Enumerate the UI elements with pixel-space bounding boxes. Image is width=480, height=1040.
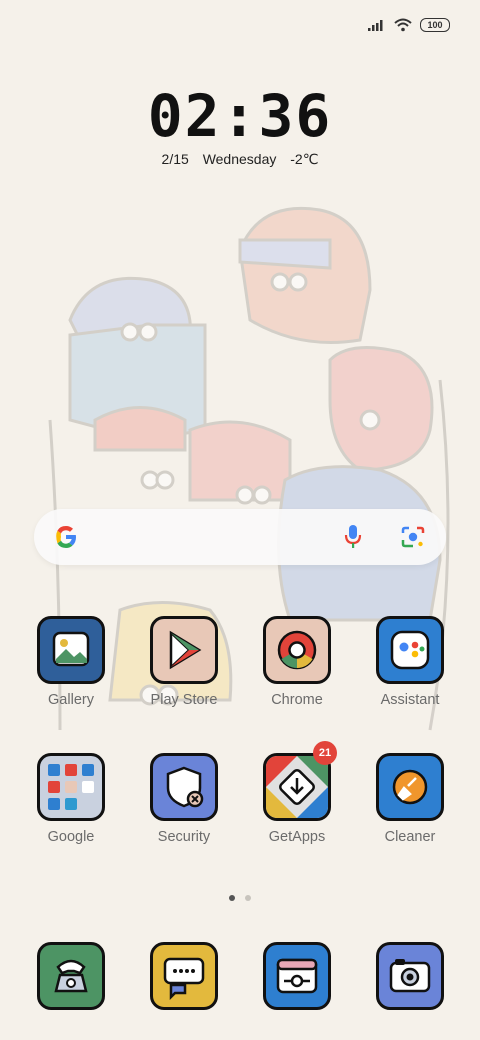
clock-time[interactable]: 02:36 <box>0 82 480 150</box>
security-shield-icon <box>150 753 218 821</box>
temperature-text: -2℃ <box>290 151 319 167</box>
page-indicator[interactable] <box>0 895 480 901</box>
app-assistant[interactable]: Assistant <box>362 616 458 708</box>
weekday-text: Wednesday <box>202 151 277 167</box>
dock-messages[interactable] <box>136 942 232 1010</box>
app-chrome[interactable]: Chrome <box>249 616 345 708</box>
wifi-icon <box>394 18 412 32</box>
notification-badge: 21 <box>313 741 337 765</box>
chrome-label: Chrome <box>271 692 323 708</box>
date-weather[interactable]: 2/15 Wednesday -2℃ <box>0 151 480 168</box>
security-label: Security <box>157 829 211 845</box>
signal-icon <box>368 20 383 31</box>
dock-browser[interactable] <box>249 942 345 1010</box>
date-text: 2/15 <box>161 151 189 167</box>
folder-google[interactable]: Google <box>23 753 119 845</box>
lens-camera-icon[interactable] <box>400 525 426 549</box>
camera-icon <box>376 942 444 1010</box>
app-getapps[interactable]: 21 GetApps <box>249 741 345 845</box>
google-folder-icon <box>37 753 105 821</box>
page-dot-1[interactable] <box>229 895 235 901</box>
app-security[interactable]: Security <box>136 753 232 845</box>
google-g-icon <box>56 526 76 548</box>
gallery-icon <box>37 616 105 684</box>
app-play-store[interactable]: Play Store <box>136 616 232 708</box>
getapps-label: GetApps <box>268 829 326 845</box>
play-store-label: Play Store <box>150 692 218 708</box>
cleaner-label: Cleaner <box>384 829 436 845</box>
dock-phone[interactable] <box>23 942 119 1010</box>
gallery-label: Gallery <box>48 692 94 708</box>
mic-icon[interactable] <box>344 524 362 550</box>
browser-icon <box>263 942 331 1010</box>
messages-icon <box>150 942 218 1010</box>
status-bar: 100 <box>368 18 450 32</box>
cleaner-broom-icon <box>376 753 444 821</box>
google-folder-label: Google <box>47 829 95 845</box>
google-search-bar[interactable] <box>34 509 446 565</box>
phone-icon <box>37 942 105 1010</box>
chrome-icon <box>263 616 331 684</box>
page-dot-2[interactable] <box>245 895 251 901</box>
assistant-label: Assistant <box>380 692 440 708</box>
play-store-icon <box>150 616 218 684</box>
app-gallery[interactable]: Gallery <box>23 616 119 708</box>
battery-indicator: 100 <box>420 18 450 32</box>
app-cleaner[interactable]: Cleaner <box>362 753 458 845</box>
assistant-icon <box>376 616 444 684</box>
dock-camera[interactable] <box>362 942 458 1010</box>
